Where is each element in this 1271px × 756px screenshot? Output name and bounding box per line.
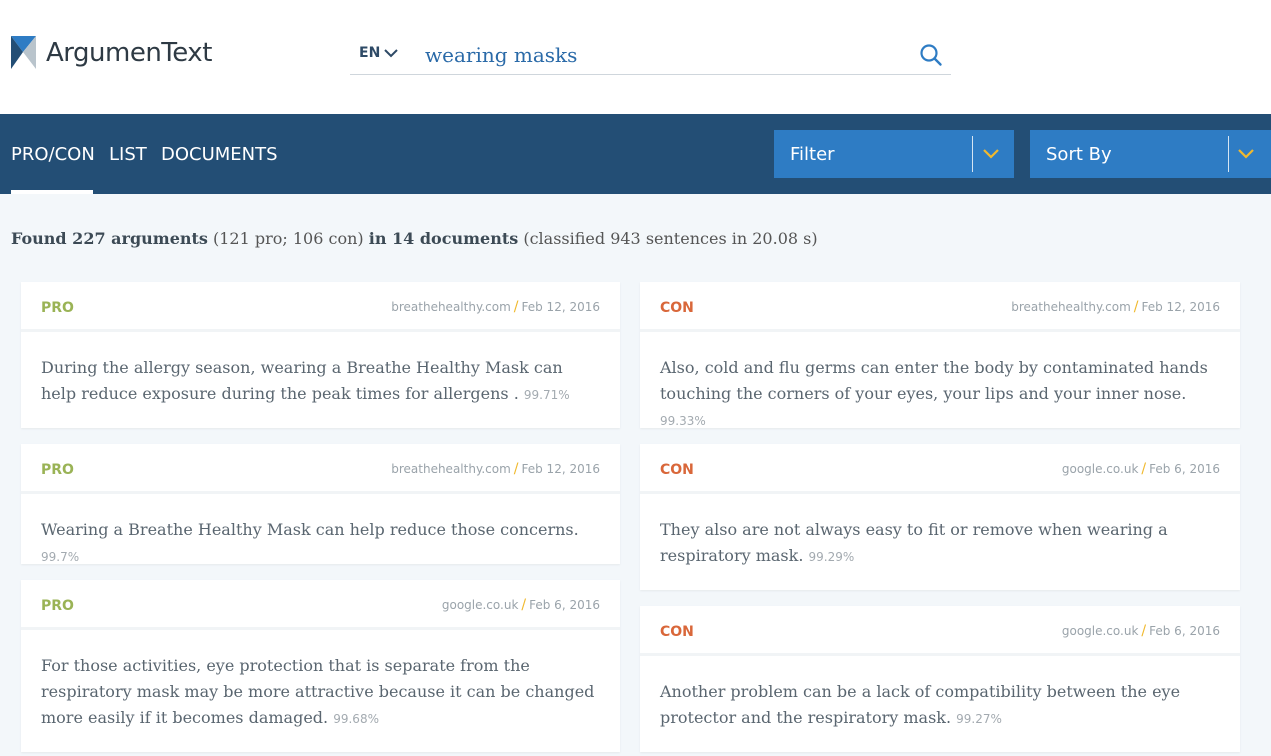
meta-separator: /: [521, 597, 527, 613]
filter-dropdown[interactable]: Filter: [774, 130, 1014, 178]
confidence-score: 99.27%: [956, 712, 1002, 726]
argument-card-con[interactable]: CON google.co.uk / Feb 6, 2016 Another pro…: [640, 606, 1240, 752]
argument-text: Another problem can be a lack of compati…: [660, 679, 1220, 732]
card-header: CON google.co.uk / Feb 6, 2016: [640, 444, 1240, 494]
logo[interactable]: ArgumenText: [11, 36, 212, 69]
meta-separator: /: [513, 461, 519, 477]
meta-separator: /: [1133, 299, 1139, 315]
nav-bar: PRO/CON LIST DOCUMENTS Filter Sort By: [0, 114, 1271, 194]
source-link[interactable]: breathehealthy.com: [1011, 300, 1131, 314]
stance-label: PRO: [41, 598, 74, 614]
stance-label: PRO: [41, 300, 74, 316]
confidence-score: 99.29%: [808, 550, 855, 564]
confidence-score: 99.33%: [660, 414, 706, 428]
date: Feb 6, 2016: [529, 598, 600, 612]
tab-list[interactable]: LIST: [109, 144, 147, 165]
argument-sentence: Another problem can be a lack of compati…: [660, 682, 1181, 727]
language-label: EN: [359, 45, 381, 61]
source-link[interactable]: breathehealthy.com: [391, 462, 511, 476]
card-meta: google.co.uk / Feb 6, 2016: [1062, 623, 1220, 639]
card-header: CON breathehealthy.com / Feb 12, 2016: [640, 282, 1240, 332]
pro-con-breakdown: (121 pro; 106 con): [213, 229, 364, 248]
confidence-score: 99.68%: [333, 712, 379, 726]
argument-sentence: They also are not always easy to fit or …: [660, 520, 1168, 565]
source-link[interactable]: google.co.uk: [1062, 624, 1139, 638]
date: Feb 6, 2016: [1149, 462, 1220, 476]
stance-label: CON: [660, 624, 694, 640]
logo-mark-icon: [11, 36, 36, 69]
search-bar: EN: [350, 34, 951, 75]
card-meta: google.co.uk / Feb 6, 2016: [1062, 461, 1220, 477]
confidence-score: 99.7%: [41, 550, 80, 564]
card-header: CON google.co.uk / Feb 6, 2016: [640, 606, 1240, 656]
dropdown-divider: [1228, 136, 1229, 172]
card-meta: breathehealthy.com / Feb 12, 2016: [391, 299, 600, 315]
chevron-down-icon: [1238, 149, 1254, 159]
argument-sentence: Also, cold and flu germs can enter the b…: [660, 358, 1208, 403]
argument-text: Also, cold and flu germs can enter the b…: [660, 355, 1220, 434]
source-link[interactable]: google.co.uk: [442, 598, 519, 612]
argument-card-pro[interactable]: PRO google.co.uk / Feb 6, 2016 For those a…: [21, 580, 620, 752]
card-meta: google.co.uk / Feb 6, 2016: [442, 597, 600, 613]
meta-separator: /: [1141, 623, 1147, 639]
found-count: Found 227 arguments: [11, 229, 208, 248]
tab-pro-con[interactable]: PRO/CON: [11, 144, 95, 165]
stance-label: CON: [660, 462, 694, 478]
source-link[interactable]: breathehealthy.com: [391, 300, 511, 314]
argument-sentence: During the allergy season, wearing a Bre…: [41, 358, 563, 403]
date: Feb 12, 2016: [521, 300, 601, 314]
meta-separator: /: [513, 299, 519, 315]
search-input[interactable]: [425, 40, 905, 70]
argument-card-con[interactable]: CON breathehealthy.com / Feb 12, 2016 Also…: [640, 282, 1240, 428]
card-meta: breathehealthy.com / Feb 12, 2016: [1011, 299, 1220, 315]
document-count: in 14 documents: [368, 229, 519, 248]
argument-card-pro[interactable]: PRO breathehealthy.com / Feb 12, 2016 Wear…: [21, 444, 620, 564]
language-select[interactable]: EN: [359, 45, 398, 61]
card-meta: breathehealthy.com / Feb 12, 2016: [391, 461, 600, 477]
stance-label: PRO: [41, 462, 74, 478]
date: Feb 12, 2016: [521, 462, 601, 476]
argument-text: They also are not always easy to fit or …: [660, 517, 1220, 570]
confidence-score: 99.71%: [523, 388, 570, 402]
filter-label: Filter: [790, 144, 835, 165]
dropdown-divider: [972, 136, 973, 172]
search-icon[interactable]: [919, 43, 943, 67]
argument-text: For those activities, eye protection tha…: [41, 653, 600, 732]
argument-card-pro[interactable]: PRO breathehealthy.com / Feb 12, 2016 Duri…: [21, 282, 620, 428]
top-header: ArgumenText EN: [0, 0, 1271, 114]
card-header: PRO google.co.uk / Feb 6, 2016: [21, 580, 620, 630]
classified-info: (classified 943 sentences in 20.08 s): [523, 229, 818, 248]
active-tab-indicator: [11, 190, 93, 194]
argument-sentence: Wearing a Breathe Healthy Mask can help …: [41, 520, 579, 539]
argument-text: During the allergy season, wearing a Bre…: [41, 355, 600, 408]
sort-label: Sort By: [1046, 144, 1112, 165]
meta-separator: /: [1141, 461, 1147, 477]
source-link[interactable]: google.co.uk: [1062, 462, 1139, 476]
chevron-down-icon: [983, 149, 999, 159]
date: Feb 6, 2016: [1149, 624, 1220, 638]
chevron-down-icon: [384, 48, 398, 57]
argument-sentence: For those activities, eye protection tha…: [41, 656, 595, 727]
card-header: PRO breathehealthy.com / Feb 12, 2016: [21, 282, 620, 332]
tab-documents[interactable]: DOCUMENTS: [161, 144, 278, 165]
date: Feb 12, 2016: [1141, 300, 1221, 314]
argument-text: Wearing a Breathe Healthy Mask can help …: [41, 517, 600, 570]
app-name: ArgumenText: [46, 37, 212, 68]
argument-card-con[interactable]: CON google.co.uk / Feb 6, 2016 They also a…: [640, 444, 1240, 590]
sort-dropdown[interactable]: Sort By: [1030, 130, 1271, 178]
stance-label: CON: [660, 300, 694, 316]
card-header: PRO breathehealthy.com / Feb 12, 2016: [21, 444, 620, 494]
results-summary: Found 227 arguments (121 pro; 106 con) i…: [11, 229, 818, 248]
